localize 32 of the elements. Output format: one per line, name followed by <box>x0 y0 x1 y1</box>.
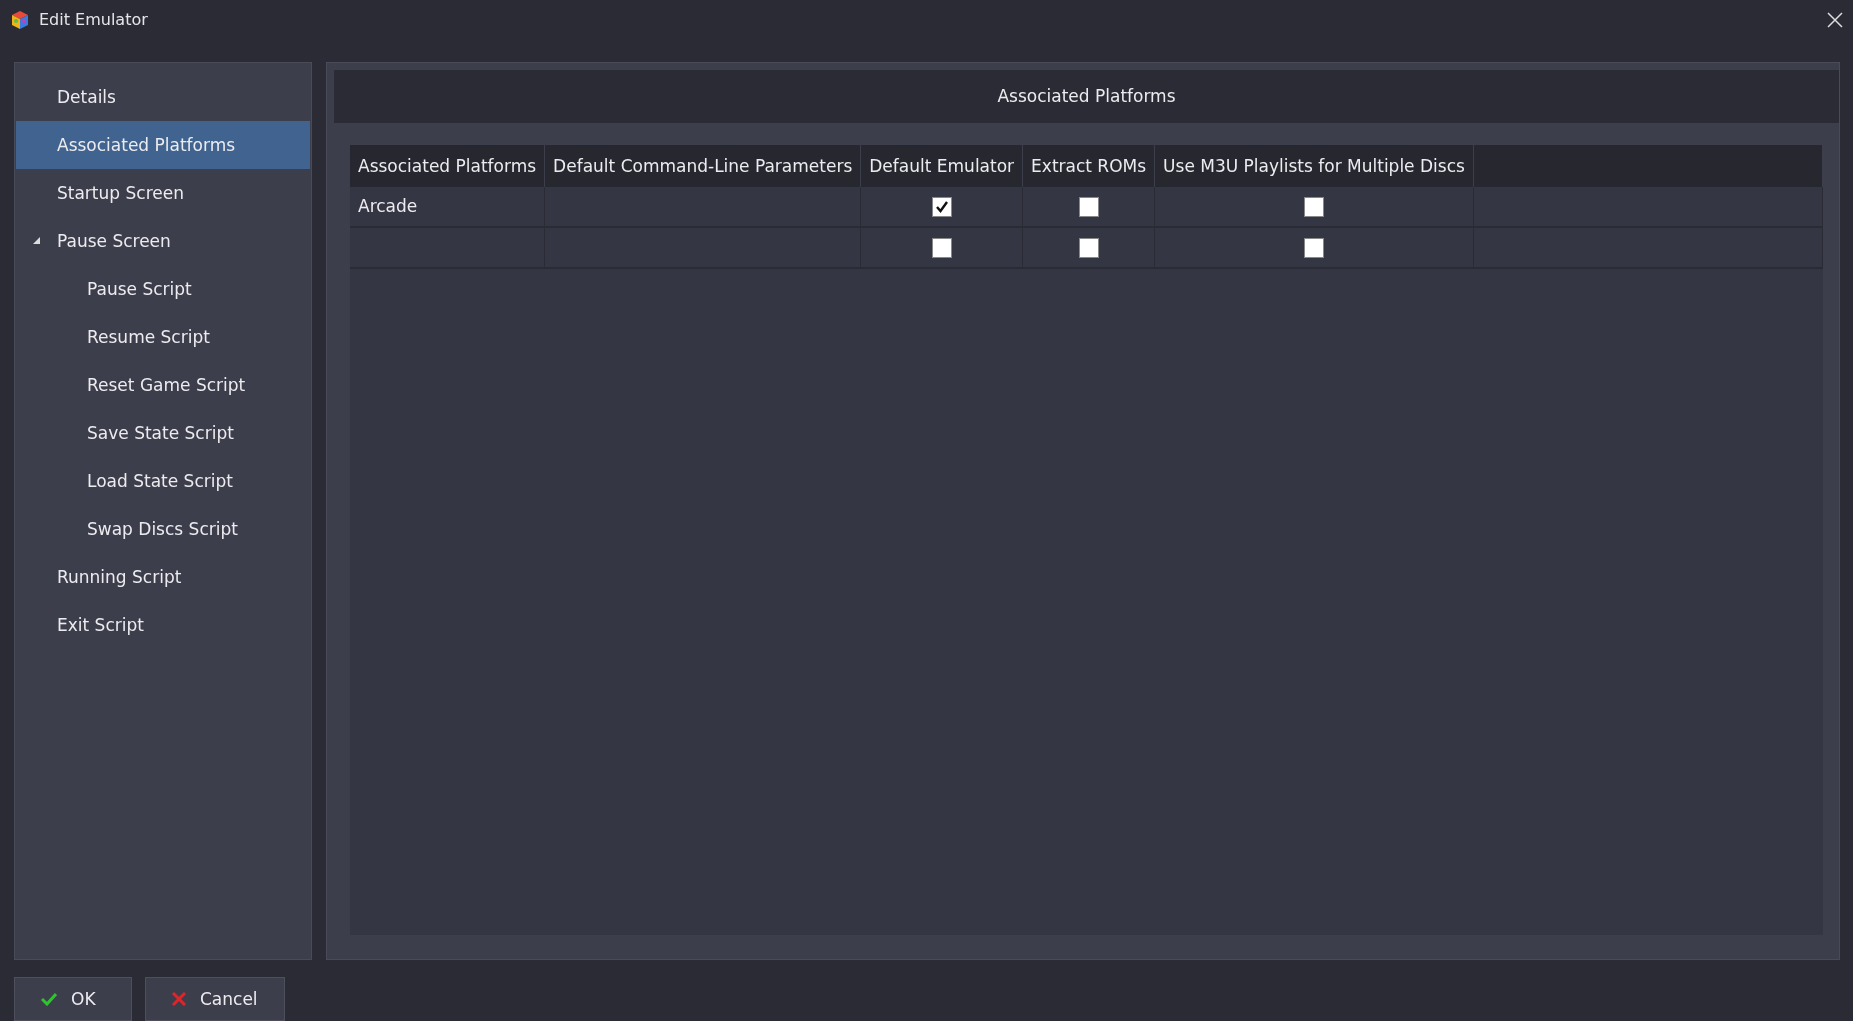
close-icon[interactable] <box>1827 11 1843 28</box>
cancel-button[interactable]: Cancel <box>145 977 285 1021</box>
panel-title: Associated Platforms <box>997 86 1176 107</box>
checkbox[interactable] <box>1078 196 1099 217</box>
sidebar-item[interactable]: Resume Script <box>16 312 310 361</box>
column-header[interactable]: Default Command-Line Parameters <box>544 144 861 187</box>
column-header[interactable]: Use M3U Playlists for Multiple Discs <box>1154 144 1474 187</box>
window-title: Edit Emulator <box>39 10 149 30</box>
checkbox[interactable] <box>1303 237 1324 258</box>
column-header[interactable]: Associated Platforms <box>350 144 545 187</box>
sidebar-item[interactable]: Save State Script <box>16 408 310 457</box>
sidebar-item[interactable]: Pause Script <box>16 264 310 313</box>
sidebar-item[interactable]: Load State Script <box>16 456 310 505</box>
sidebar-item[interactable]: Running Script <box>16 552 310 601</box>
checkmark-icon <box>41 992 57 1006</box>
ok-button[interactable]: OK <box>14 977 132 1021</box>
checkbox[interactable] <box>931 196 952 217</box>
checkbox[interactable] <box>1303 196 1324 217</box>
sidebar-item[interactable]: Startup Screen <box>16 168 310 217</box>
sidebar-item[interactable]: Details <box>16 72 310 121</box>
sidebar-item[interactable]: Pause Screen <box>16 216 310 265</box>
close-icon <box>172 992 186 1006</box>
sidebar-item[interactable]: Exit Script <box>16 600 310 649</box>
sidebar-item[interactable]: Reset Game Script <box>16 360 310 409</box>
checkbox[interactable] <box>1078 237 1099 258</box>
checkbox[interactable] <box>931 237 952 258</box>
table-cell: Arcade <box>350 186 545 227</box>
sidebar-item[interactable]: Associated Platforms <box>16 120 310 169</box>
column-header[interactable]: Default Emulator <box>860 144 1023 187</box>
column-header[interactable]: Extract ROMs <box>1022 144 1155 187</box>
sidebar-item[interactable]: Swap Discs Script <box>16 504 310 553</box>
app-logo-icon <box>10 9 30 30</box>
